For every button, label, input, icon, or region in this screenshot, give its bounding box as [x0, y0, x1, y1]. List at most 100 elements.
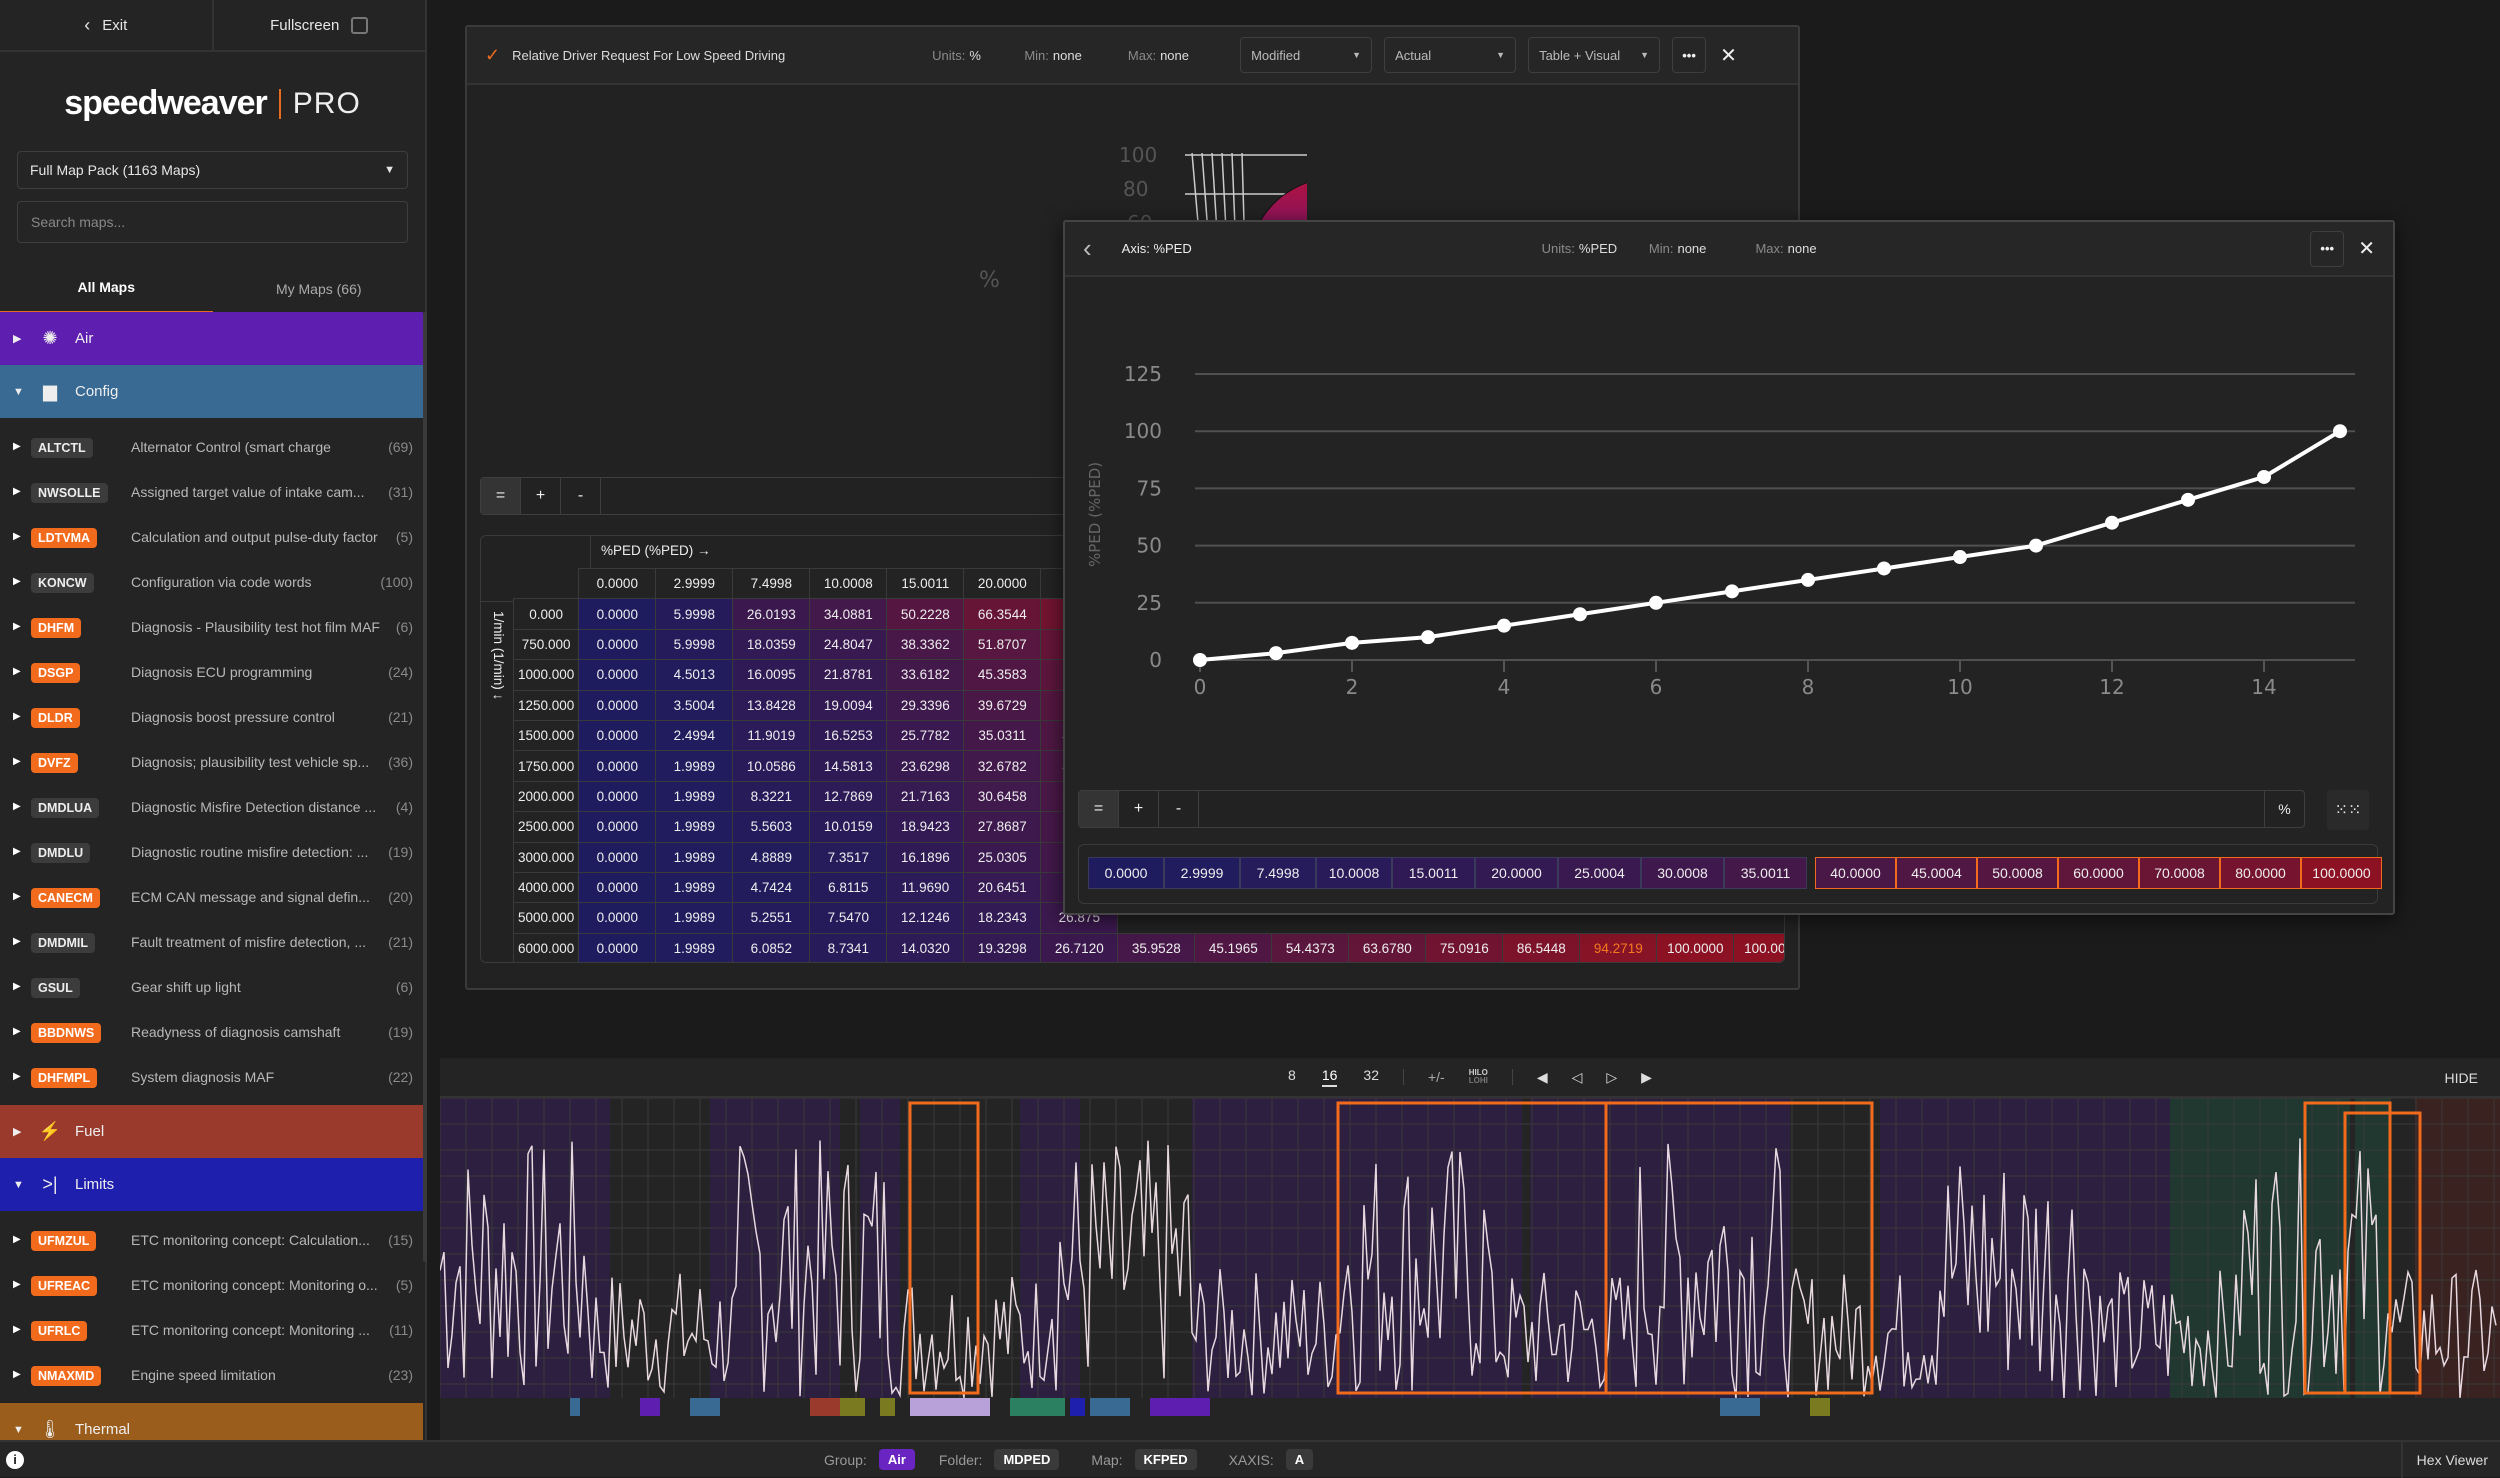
minimap-segment[interactable] [640, 1398, 660, 1416]
more-options-button[interactable]: ••• [2310, 230, 2345, 267]
minimap-segment[interactable] [690, 1398, 720, 1416]
value-cell[interactable]: 4.5013 [655, 659, 734, 691]
data-point[interactable] [1573, 607, 1587, 622]
value-cell[interactable]: 18.0359 [732, 628, 811, 661]
exit-button[interactable]: ‹ Exit [0, 0, 214, 50]
list-item[interactable]: ▶ DVFZ Diagnosis; plausibility test vehicl… [0, 739, 423, 784]
value-cell[interactable]: 39.6729 [963, 689, 1042, 721]
map-chip[interactable]: KFPED [1134, 1449, 1197, 1470]
x-axis-cell[interactable]: 15.0011 [886, 567, 965, 600]
search-input[interactable]: Search maps... [17, 201, 408, 243]
map-region-highlight[interactable] [908, 1101, 980, 1395]
value-cell[interactable]: 14.5813 [809, 750, 888, 782]
list-item[interactable]: ▶ NMAXMD Engine speed limitation (23) [0, 1352, 423, 1397]
value-cell[interactable]: 7.3517 [809, 841, 888, 873]
info-icon[interactable]: i [6, 1450, 24, 1469]
width-8-button[interactable]: 8 [1288, 1067, 1296, 1087]
y-axis-cell[interactable]: 2000.000 [512, 780, 580, 813]
more-options-button[interactable]: ••• [1672, 37, 1707, 73]
list-item[interactable]: ▶ DMDLUA Diagnostic Misfire Detection dist… [0, 784, 423, 829]
data-point[interactable] [2105, 515, 2119, 530]
value-cell[interactable]: 0.0000 [578, 841, 657, 873]
group-air[interactable]: ▶ ✺ Air [0, 312, 423, 365]
value-cell[interactable]: 1.9989 [655, 780, 734, 813]
value-cell[interactable]: 1.9989 [655, 750, 734, 782]
x-axis-cell[interactable]: 2.9999 [655, 567, 734, 600]
x-axis-cell[interactable]: 0.0000 [578, 567, 657, 600]
prev-button[interactable]: ◁ [1572, 1069, 1583, 1086]
value-input[interactable] [1199, 791, 2264, 827]
y-axis-cell[interactable]: 1250.000 [512, 689, 580, 721]
value-cell[interactable]: 26.0193 [732, 598, 811, 630]
value-cell[interactable]: 11.9019 [732, 719, 811, 752]
value-cell[interactable]: 18.9423 [886, 811, 965, 843]
data-point[interactable] [1269, 646, 1283, 661]
value-cell[interactable]: 75.0916 [1425, 932, 1504, 962]
value-cell[interactable]: 12.1246 [886, 902, 965, 934]
value-cell[interactable]: 10.0159 [809, 811, 888, 843]
value-cell[interactable]: 0.0000 [578, 780, 657, 813]
value-cell[interactable]: 5.9998 [655, 598, 734, 630]
last-page-button[interactable]: ▶ [1641, 1069, 1652, 1086]
back-button[interactable]: ‹ [1083, 233, 1092, 264]
value-cell[interactable]: 1.9989 [655, 841, 734, 873]
value-cell[interactable]: 20.6451 [963, 871, 1042, 904]
value-cell[interactable]: 14.0320 [886, 932, 965, 962]
value-cell[interactable]: 25.0305 [963, 841, 1042, 873]
hex-viewer-tab[interactable]: Hex Viewer [2400, 1441, 2500, 1478]
increment-button[interactable]: + [521, 478, 561, 514]
value-cell[interactable]: 0.0000 [578, 628, 657, 661]
value-cell[interactable]: 19.0094 [809, 689, 888, 721]
minimap-segment[interactable] [910, 1398, 990, 1416]
y-axis-cell[interactable]: 1750.000 [512, 750, 580, 782]
value-cell[interactable]: 16.1896 [886, 841, 965, 873]
axis-cell[interactable]: 0.0000 [1088, 857, 1164, 889]
data-point[interactable] [1345, 635, 1359, 650]
group-chip[interactable]: Air [878, 1449, 915, 1470]
value-cell[interactable]: 0.0000 [578, 689, 657, 721]
value-cell[interactable]: 10.0586 [732, 750, 811, 782]
value-cell[interactable]: 11.9690 [886, 871, 965, 904]
value-cell[interactable]: 8.7341 [809, 932, 888, 962]
mode-dropdown[interactable]: Modified ▼ [1240, 37, 1373, 73]
map-pack-select[interactable]: Full Map Pack (1163 Maps) ▼ [17, 151, 408, 189]
y-axis-cell[interactable]: 3000.000 [512, 841, 580, 873]
value-cell[interactable]: 6.8115 [809, 871, 888, 904]
width-16-button[interactable]: 16 [1321, 1067, 1338, 1087]
data-point[interactable] [1649, 595, 1663, 610]
increment-button[interactable]: + [1119, 791, 1159, 827]
value-cell[interactable]: 23.6298 [886, 750, 965, 782]
value-cell[interactable]: 34.0881 [809, 598, 888, 630]
value-cell[interactable]: 0.0000 [578, 659, 657, 691]
axis-cell[interactable]: 10.0008 [1316, 857, 1392, 889]
value-cell[interactable]: 2.4994 [655, 719, 734, 752]
y-axis-cell[interactable]: 1500.000 [512, 719, 580, 752]
value-cell[interactable]: 0.0000 [578, 750, 657, 782]
value-cell[interactable]: 0.0000 [578, 598, 657, 630]
value-cell[interactable]: 6.0852 [732, 932, 811, 962]
data-point[interactable] [1877, 561, 1891, 576]
axis-cell[interactable]: 40.0000 [1815, 857, 1896, 889]
decrement-button[interactable]: - [561, 478, 601, 514]
value-cell[interactable]: 4.8889 [732, 841, 811, 873]
close-button[interactable]: ✕ [1720, 43, 1737, 68]
x-axis-cell[interactable]: 10.0008 [809, 567, 888, 600]
value-cell[interactable]: 16.5253 [809, 719, 888, 752]
hex-waveform[interactable] [439, 1097, 2500, 1418]
axis-cell[interactable]: 2.9999 [1164, 857, 1240, 889]
value-cell[interactable]: 26.7120 [1040, 932, 1119, 962]
data-point[interactable] [2333, 424, 2347, 439]
data-point[interactable] [2257, 469, 2271, 484]
axis-cell[interactable]: 100.0000 [2301, 857, 2382, 889]
list-item[interactable]: ▶ UFRLC ETC monitoring concept: Monitoring… [0, 1307, 423, 1352]
point-grid-toggle[interactable]: ⁙⁙ [2327, 790, 2369, 830]
hide-button[interactable]: HIDE [2445, 1070, 2478, 1086]
folder-chip[interactable]: MDPED [994, 1449, 1060, 1470]
equals-button[interactable]: = [1079, 791, 1119, 827]
list-item[interactable]: ▶ KONCW Configuration via code words (100) [0, 559, 423, 604]
value-cell[interactable]: 3.5004 [655, 689, 734, 721]
value-cell[interactable]: 33.6182 [886, 659, 965, 691]
width-32-button[interactable]: 32 [1363, 1067, 1379, 1087]
value-cell[interactable]: 4.7424 [732, 871, 811, 904]
list-item[interactable]: ▶ LDTVMA Calculation and output pulse-duty… [0, 514, 423, 559]
